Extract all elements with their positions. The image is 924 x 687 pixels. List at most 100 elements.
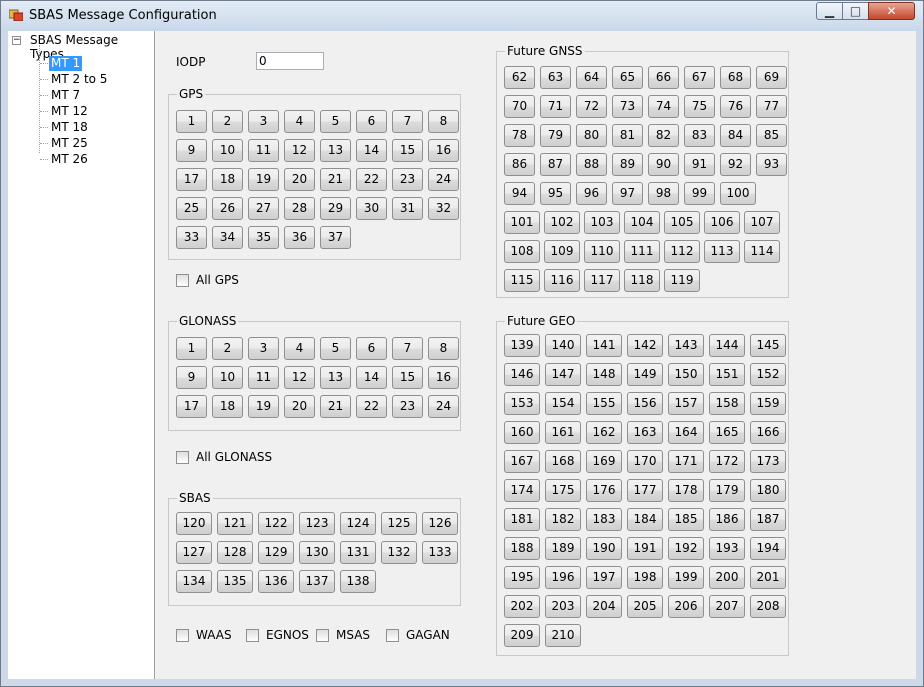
future-gnss-button-92[interactable]: 92 xyxy=(720,153,751,176)
future-gnss-button-83[interactable]: 83 xyxy=(684,124,715,147)
glonass-button-13[interactable]: 13 xyxy=(320,366,351,389)
gps-button-13[interactable]: 13 xyxy=(320,139,351,162)
gps-button-9[interactable]: 9 xyxy=(176,139,207,162)
future-geo-button-173[interactable]: 173 xyxy=(750,450,786,473)
future-geo-button-147[interactable]: 147 xyxy=(545,363,581,386)
future-gnss-button-66[interactable]: 66 xyxy=(648,66,679,89)
future-gnss-button-73[interactable]: 73 xyxy=(612,95,643,118)
gps-button-12[interactable]: 12 xyxy=(284,139,315,162)
future-gnss-button-106[interactable]: 106 xyxy=(704,211,740,234)
gps-button-7[interactable]: 7 xyxy=(392,110,423,133)
future-geo-button-182[interactable]: 182 xyxy=(545,508,581,531)
future-geo-button-199[interactable]: 199 xyxy=(668,566,704,589)
future-gnss-button-119[interactable]: 119 xyxy=(664,269,700,292)
future-gnss-button-63[interactable]: 63 xyxy=(540,66,571,89)
gps-button-8[interactable]: 8 xyxy=(428,110,459,133)
future-geo-button-156[interactable]: 156 xyxy=(627,392,663,415)
sbas-button-135[interactable]: 135 xyxy=(217,570,253,593)
future-gnss-button-84[interactable]: 84 xyxy=(720,124,751,147)
minimize-button[interactable]: ▁ xyxy=(816,2,843,20)
glonass-button-16[interactable]: 16 xyxy=(428,366,459,389)
future-geo-button-160[interactable]: 160 xyxy=(504,421,540,444)
sbas-button-120[interactable]: 120 xyxy=(176,512,212,535)
future-geo-button-191[interactable]: 191 xyxy=(627,537,663,560)
gps-button-17[interactable]: 17 xyxy=(176,168,207,191)
gps-button-18[interactable]: 18 xyxy=(212,168,243,191)
sbas-button-134[interactable]: 134 xyxy=(176,570,212,593)
future-geo-button-188[interactable]: 188 xyxy=(504,537,540,560)
future-geo-button-209[interactable]: 209 xyxy=(504,624,540,647)
sbas-button-138[interactable]: 138 xyxy=(340,570,376,593)
future-gnss-button-94[interactable]: 94 xyxy=(504,182,535,205)
glonass-button-11[interactable]: 11 xyxy=(248,366,279,389)
tree-item[interactable]: MT 1 xyxy=(49,56,83,71)
tree-item[interactable]: MT 7 xyxy=(49,88,82,103)
sbas-button-132[interactable]: 132 xyxy=(381,541,417,564)
future-gnss-button-85[interactable]: 85 xyxy=(756,124,787,147)
msas-label[interactable]: MSAS xyxy=(336,628,370,642)
future-gnss-button-112[interactable]: 112 xyxy=(664,240,700,263)
all-glonass-checkbox-box[interactable] xyxy=(176,451,189,464)
sbas-button-130[interactable]: 130 xyxy=(299,541,335,564)
gps-button-6[interactable]: 6 xyxy=(356,110,387,133)
tree-item[interactable]: MT 25 xyxy=(49,136,90,151)
future-geo-button-143[interactable]: 143 xyxy=(668,334,704,357)
sbas-button-126[interactable]: 126 xyxy=(422,512,458,535)
sbas-button-125[interactable]: 125 xyxy=(381,512,417,535)
future-geo-button-183[interactable]: 183 xyxy=(586,508,622,531)
sbas-button-122[interactable]: 122 xyxy=(258,512,294,535)
future-gnss-button-77[interactable]: 77 xyxy=(756,95,787,118)
future-gnss-button-110[interactable]: 110 xyxy=(584,240,620,263)
future-geo-button-163[interactable]: 163 xyxy=(627,421,663,444)
egnos-checkbox-box[interactable] xyxy=(246,629,259,642)
gps-button-31[interactable]: 31 xyxy=(392,197,423,220)
future-gnss-button-101[interactable]: 101 xyxy=(504,211,540,234)
gps-button-2[interactable]: 2 xyxy=(212,110,243,133)
future-geo-button-153[interactable]: 153 xyxy=(504,392,540,415)
gps-button-19[interactable]: 19 xyxy=(248,168,279,191)
sbas-button-129[interactable]: 129 xyxy=(258,541,294,564)
gps-button-27[interactable]: 27 xyxy=(248,197,279,220)
future-geo-button-172[interactable]: 172 xyxy=(709,450,745,473)
future-geo-button-193[interactable]: 193 xyxy=(709,537,745,560)
future-gnss-button-104[interactable]: 104 xyxy=(624,211,660,234)
glonass-button-9[interactable]: 9 xyxy=(176,366,207,389)
future-gnss-button-114[interactable]: 114 xyxy=(744,240,780,263)
future-geo-button-170[interactable]: 170 xyxy=(627,450,663,473)
glonass-button-3[interactable]: 3 xyxy=(248,337,279,360)
future-geo-button-192[interactable]: 192 xyxy=(668,537,704,560)
tree-item[interactable]: MT 18 xyxy=(49,120,90,135)
future-geo-button-203[interactable]: 203 xyxy=(545,595,581,618)
future-geo-button-161[interactable]: 161 xyxy=(545,421,581,444)
future-geo-button-189[interactable]: 189 xyxy=(545,537,581,560)
gps-button-24[interactable]: 24 xyxy=(428,168,459,191)
glonass-button-12[interactable]: 12 xyxy=(284,366,315,389)
future-geo-button-206[interactable]: 206 xyxy=(668,595,704,618)
future-geo-button-158[interactable]: 158 xyxy=(709,392,745,415)
gps-button-14[interactable]: 14 xyxy=(356,139,387,162)
glonass-button-10[interactable]: 10 xyxy=(212,366,243,389)
gps-button-5[interactable]: 5 xyxy=(320,110,351,133)
future-gnss-button-115[interactable]: 115 xyxy=(504,269,540,292)
future-geo-button-168[interactable]: 168 xyxy=(545,450,581,473)
future-gnss-button-64[interactable]: 64 xyxy=(576,66,607,89)
future-geo-button-141[interactable]: 141 xyxy=(586,334,622,357)
title-bar[interactable]: SBAS Message Configuration ▁ □ ✕ xyxy=(1,1,923,31)
sbas-button-133[interactable]: 133 xyxy=(422,541,458,564)
future-gnss-button-118[interactable]: 118 xyxy=(624,269,660,292)
future-geo-button-139[interactable]: 139 xyxy=(504,334,540,357)
future-gnss-button-78[interactable]: 78 xyxy=(504,124,535,147)
future-geo-button-197[interactable]: 197 xyxy=(586,566,622,589)
future-geo-button-169[interactable]: 169 xyxy=(586,450,622,473)
gps-button-28[interactable]: 28 xyxy=(284,197,315,220)
future-geo-button-175[interactable]: 175 xyxy=(545,479,581,502)
gps-button-34[interactable]: 34 xyxy=(212,226,243,249)
future-geo-button-165[interactable]: 165 xyxy=(709,421,745,444)
glonass-button-19[interactable]: 19 xyxy=(248,395,279,418)
future-geo-button-154[interactable]: 154 xyxy=(545,392,581,415)
future-gnss-button-79[interactable]: 79 xyxy=(540,124,571,147)
future-gnss-button-86[interactable]: 86 xyxy=(504,153,535,176)
glonass-button-4[interactable]: 4 xyxy=(284,337,315,360)
future-geo-button-201[interactable]: 201 xyxy=(750,566,786,589)
glonass-button-6[interactable]: 6 xyxy=(356,337,387,360)
